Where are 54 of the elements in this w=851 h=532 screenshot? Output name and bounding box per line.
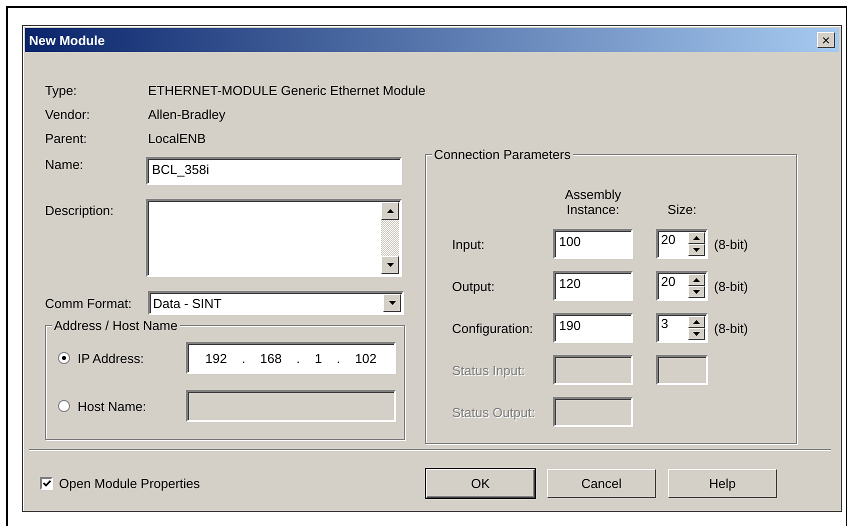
instance-field[interactable]: 120 bbox=[553, 271, 633, 301]
field-value: LocalENB bbox=[148, 130, 206, 146]
name-field[interactable]: BCL_358i bbox=[146, 157, 402, 185]
description-field[interactable] bbox=[146, 199, 402, 277]
field-label: Status Output: bbox=[452, 404, 536, 420]
radio-button[interactable] bbox=[58, 400, 70, 412]
down-arrow-icon bbox=[693, 332, 700, 336]
size-spinner[interactable]: 3 bbox=[656, 313, 708, 343]
comm-format-dropdown[interactable]: Data - SINT bbox=[148, 291, 404, 315]
group-title: Connection Parameters bbox=[432, 147, 573, 162]
radio-label: Host Name: bbox=[78, 398, 148, 414]
up-arrow-icon bbox=[693, 320, 700, 324]
field-label: Output: bbox=[452, 278, 496, 294]
field-label: Comm Format: bbox=[45, 296, 133, 310]
size-spinner[interactable]: 20 bbox=[656, 229, 708, 259]
down-arrow-icon bbox=[693, 248, 700, 252]
radio-button[interactable] bbox=[58, 352, 70, 364]
instance-field[interactable]: 190 bbox=[553, 313, 633, 343]
dialog-button[interactable]: Cancel bbox=[546, 469, 656, 498]
field-label: Status Input: bbox=[452, 362, 526, 378]
size-spinner[interactable]: 20 bbox=[656, 271, 708, 301]
unit-label: (8-bit) bbox=[714, 278, 748, 294]
window-title: New Module bbox=[29, 32, 105, 48]
unit-label: (8-bit) bbox=[714, 320, 748, 336]
scrollbar[interactable] bbox=[381, 202, 399, 274]
field-value: ETHERNET-MODULE Generic Ethernet Module bbox=[148, 82, 426, 98]
dropdown-arrow-icon bbox=[388, 301, 396, 305]
up-arrow-icon bbox=[386, 209, 394, 213]
group-title: Address / Host Name bbox=[52, 318, 180, 333]
instance-field[interactable]: 100 bbox=[553, 229, 633, 259]
field-label: Description: bbox=[45, 203, 115, 218]
dialog-button[interactable]: OK bbox=[426, 469, 535, 498]
up-arrow-icon bbox=[693, 236, 700, 240]
field-label: Vendor: bbox=[45, 106, 91, 122]
radio-label: IP Address: bbox=[78, 350, 145, 366]
down-arrow-icon bbox=[386, 263, 394, 267]
checkbox[interactable] bbox=[40, 477, 53, 490]
field-label: Name: bbox=[45, 157, 84, 172]
field-label: Parent: bbox=[45, 130, 88, 146]
check-icon bbox=[42, 480, 50, 487]
checkbox-label: Open Module Properties bbox=[59, 476, 200, 491]
field-label: Configuration: bbox=[452, 320, 534, 336]
field-value: Allen-Bradley bbox=[148, 106, 226, 122]
size-field bbox=[656, 355, 708, 385]
close-button[interactable]: × bbox=[817, 32, 835, 48]
column-header: Size: bbox=[666, 202, 698, 217]
ip-address-field[interactable]: 192 . 168 . 1 . 102 bbox=[186, 342, 396, 374]
up-arrow-icon bbox=[693, 278, 700, 282]
dialog-button[interactable]: Help bbox=[668, 469, 777, 498]
column-header: Assembly Instance: bbox=[564, 187, 622, 217]
field-label: Type: bbox=[45, 82, 78, 98]
unit-label: (8-bit) bbox=[714, 236, 748, 252]
down-arrow-icon bbox=[693, 290, 700, 294]
field-label: Input: bbox=[452, 236, 486, 252]
